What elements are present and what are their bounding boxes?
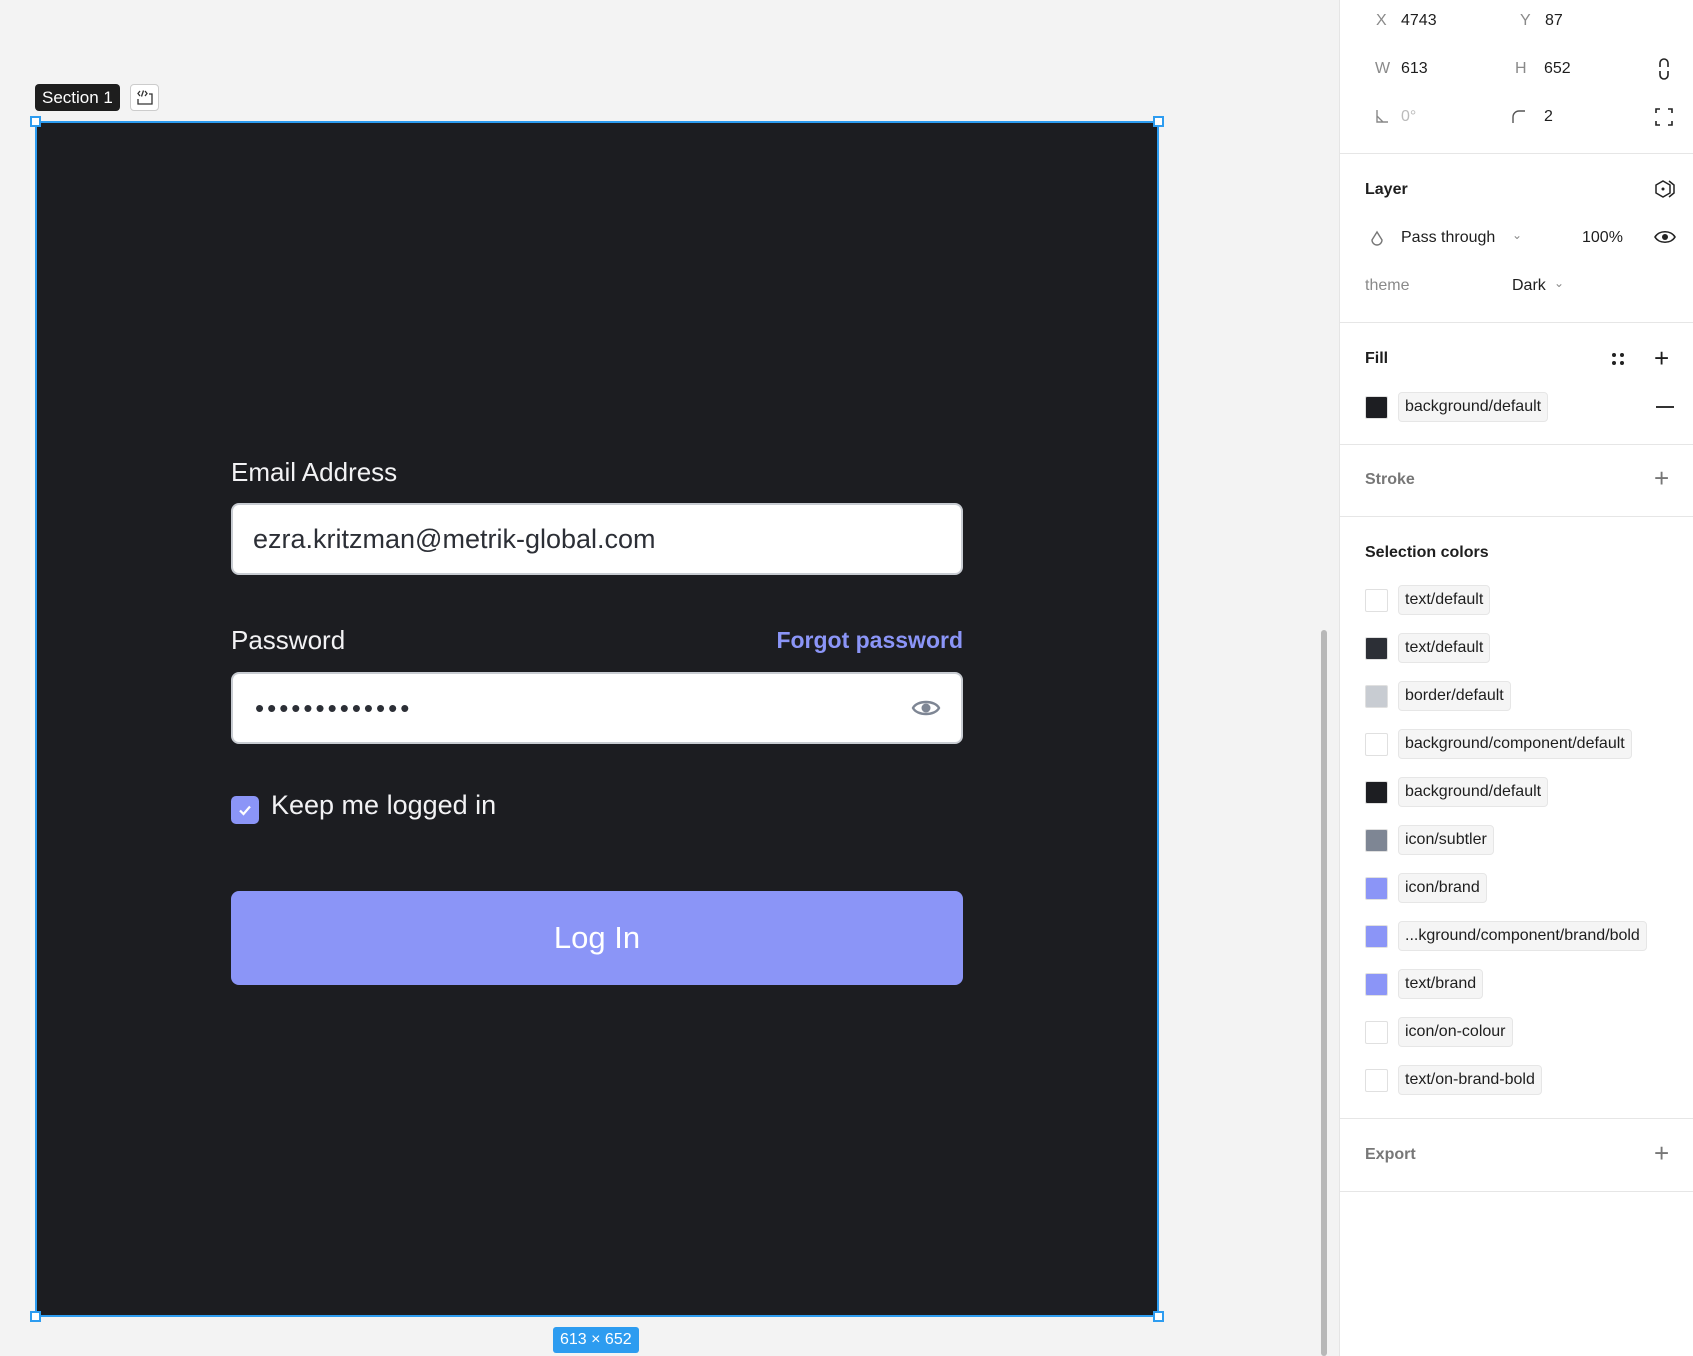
selection-color-swatch[interactable] — [1365, 877, 1388, 900]
selection-color-chip[interactable]: background/default — [1398, 777, 1549, 807]
constrain-proportions-icon[interactable] — [1656, 58, 1672, 80]
selection-color-chip[interactable]: icon/on-colour — [1398, 1017, 1513, 1047]
selection-color-swatch[interactable] — [1365, 589, 1388, 612]
dev-mode-button[interactable] — [130, 84, 159, 111]
stroke-title: Stroke — [1365, 471, 1415, 488]
canvas-scrollbar[interactable] — [1321, 630, 1327, 1356]
properties-panel: X 4743 Y 87 W 613 H 652 0° 2 Layer Pass … — [1339, 0, 1693, 1356]
forgot-password-link[interactable]: Forgot password — [776, 627, 963, 654]
add-export-icon[interactable]: + — [1654, 1138, 1669, 1169]
divider — [1340, 1118, 1693, 1119]
divider — [1340, 516, 1693, 517]
fill-title: Fill — [1365, 350, 1389, 367]
rotation-icon — [1376, 110, 1388, 123]
layer-title: Layer — [1365, 181, 1408, 198]
w-label: W — [1375, 60, 1391, 77]
add-stroke-icon[interactable]: + — [1654, 463, 1669, 494]
corner-radius-icon — [1512, 110, 1525, 123]
keep-logged-in-label[interactable]: Keep me logged in — [271, 790, 496, 821]
fill-swatch[interactable] — [1365, 396, 1388, 419]
blend-mode-icon — [1371, 230, 1383, 246]
remove-fill-icon[interactable] — [1656, 406, 1674, 408]
selection-color-swatch[interactable] — [1365, 925, 1388, 948]
selection-color-chip[interactable]: icon/brand — [1398, 873, 1487, 903]
resize-handle[interactable] — [30, 1311, 41, 1322]
selection-color-swatch[interactable] — [1365, 685, 1388, 708]
add-fill-icon[interactable]: + — [1654, 343, 1669, 374]
chevron-down-icon: ⌄ — [1554, 276, 1565, 290]
eye-icon[interactable] — [911, 694, 941, 722]
selection-color-chip[interactable]: text/brand — [1398, 969, 1484, 999]
code-icon — [136, 89, 153, 105]
section-label[interactable]: Section 1 — [35, 84, 120, 111]
divider — [1340, 444, 1693, 445]
y-input[interactable]: 87 — [1545, 12, 1563, 30]
blend-mode-dropdown[interactable]: Pass through — [1401, 229, 1495, 247]
resize-handle[interactable] — [1153, 1311, 1164, 1322]
divider — [1340, 322, 1693, 323]
corner-radius-input[interactable]: 2 — [1544, 108, 1553, 126]
selection-color-swatch[interactable] — [1365, 1021, 1388, 1044]
theme-label: theme — [1365, 277, 1410, 294]
resize-handle[interactable] — [30, 116, 41, 127]
rotation-input[interactable]: 0° — [1401, 108, 1416, 126]
size-badge: 613 × 652 — [553, 1327, 639, 1353]
fill-variable-chip[interactable]: background/default — [1398, 392, 1549, 422]
selection-color-chip[interactable]: border/default — [1398, 681, 1511, 711]
selection-color-swatch[interactable] — [1365, 781, 1388, 804]
w-input[interactable]: 613 — [1401, 60, 1428, 78]
selection-color-chip[interactable]: text/on-brand-bold — [1398, 1065, 1542, 1095]
eye-icon[interactable] — [1654, 229, 1676, 245]
selection-color-swatch[interactable] — [1365, 829, 1388, 852]
apply-variable-mode-icon[interactable] — [1654, 179, 1676, 199]
email-label: Email Address — [231, 457, 398, 487]
password-input[interactable]: ••••••••••••• — [231, 672, 963, 744]
selection-color-chip[interactable]: text/default — [1398, 633, 1491, 663]
x-label: X — [1376, 12, 1387, 29]
check-icon — [239, 805, 251, 816]
log-in-button[interactable]: Log In — [231, 891, 963, 985]
selection-colors-title: Selection colors — [1365, 544, 1489, 561]
export-title: Export — [1365, 1146, 1416, 1163]
selection-color-swatch[interactable] — [1365, 637, 1388, 660]
divider — [1340, 153, 1693, 154]
y-label: Y — [1520, 12, 1531, 29]
selection-color-swatch[interactable] — [1365, 973, 1388, 996]
email-value: ezra.kritzman@metrik-global.com — [253, 524, 656, 554]
resize-handle[interactable] — [1153, 116, 1164, 127]
styles-icon[interactable] — [1610, 351, 1626, 367]
x-input[interactable]: 4743 — [1401, 12, 1437, 30]
divider — [1340, 1191, 1693, 1192]
selection-color-chip[interactable]: ...kground/component/brand/bold — [1398, 921, 1647, 951]
keep-logged-in-checkbox[interactable] — [231, 796, 259, 824]
h-label: H — [1515, 60, 1527, 77]
chevron-down-icon: ⌄ — [1512, 228, 1523, 242]
selection-color-chip[interactable]: icon/subtler — [1398, 825, 1494, 855]
selection-color-chip[interactable]: text/default — [1398, 585, 1491, 615]
selection-color-swatch[interactable] — [1365, 733, 1388, 756]
independent-corners-icon[interactable] — [1655, 108, 1673, 126]
password-value: ••••••••••••• — [255, 693, 413, 723]
selection-color-chip[interactable]: background/component/default — [1398, 729, 1632, 759]
email-input[interactable]: ezra.kritzman@metrik-global.com — [231, 503, 963, 575]
selection-color-swatch[interactable] — [1365, 1069, 1388, 1092]
h-input[interactable]: 652 — [1544, 60, 1571, 78]
opacity-input[interactable]: 100% — [1582, 229, 1623, 247]
theme-dropdown[interactable]: Dark — [1512, 277, 1546, 295]
